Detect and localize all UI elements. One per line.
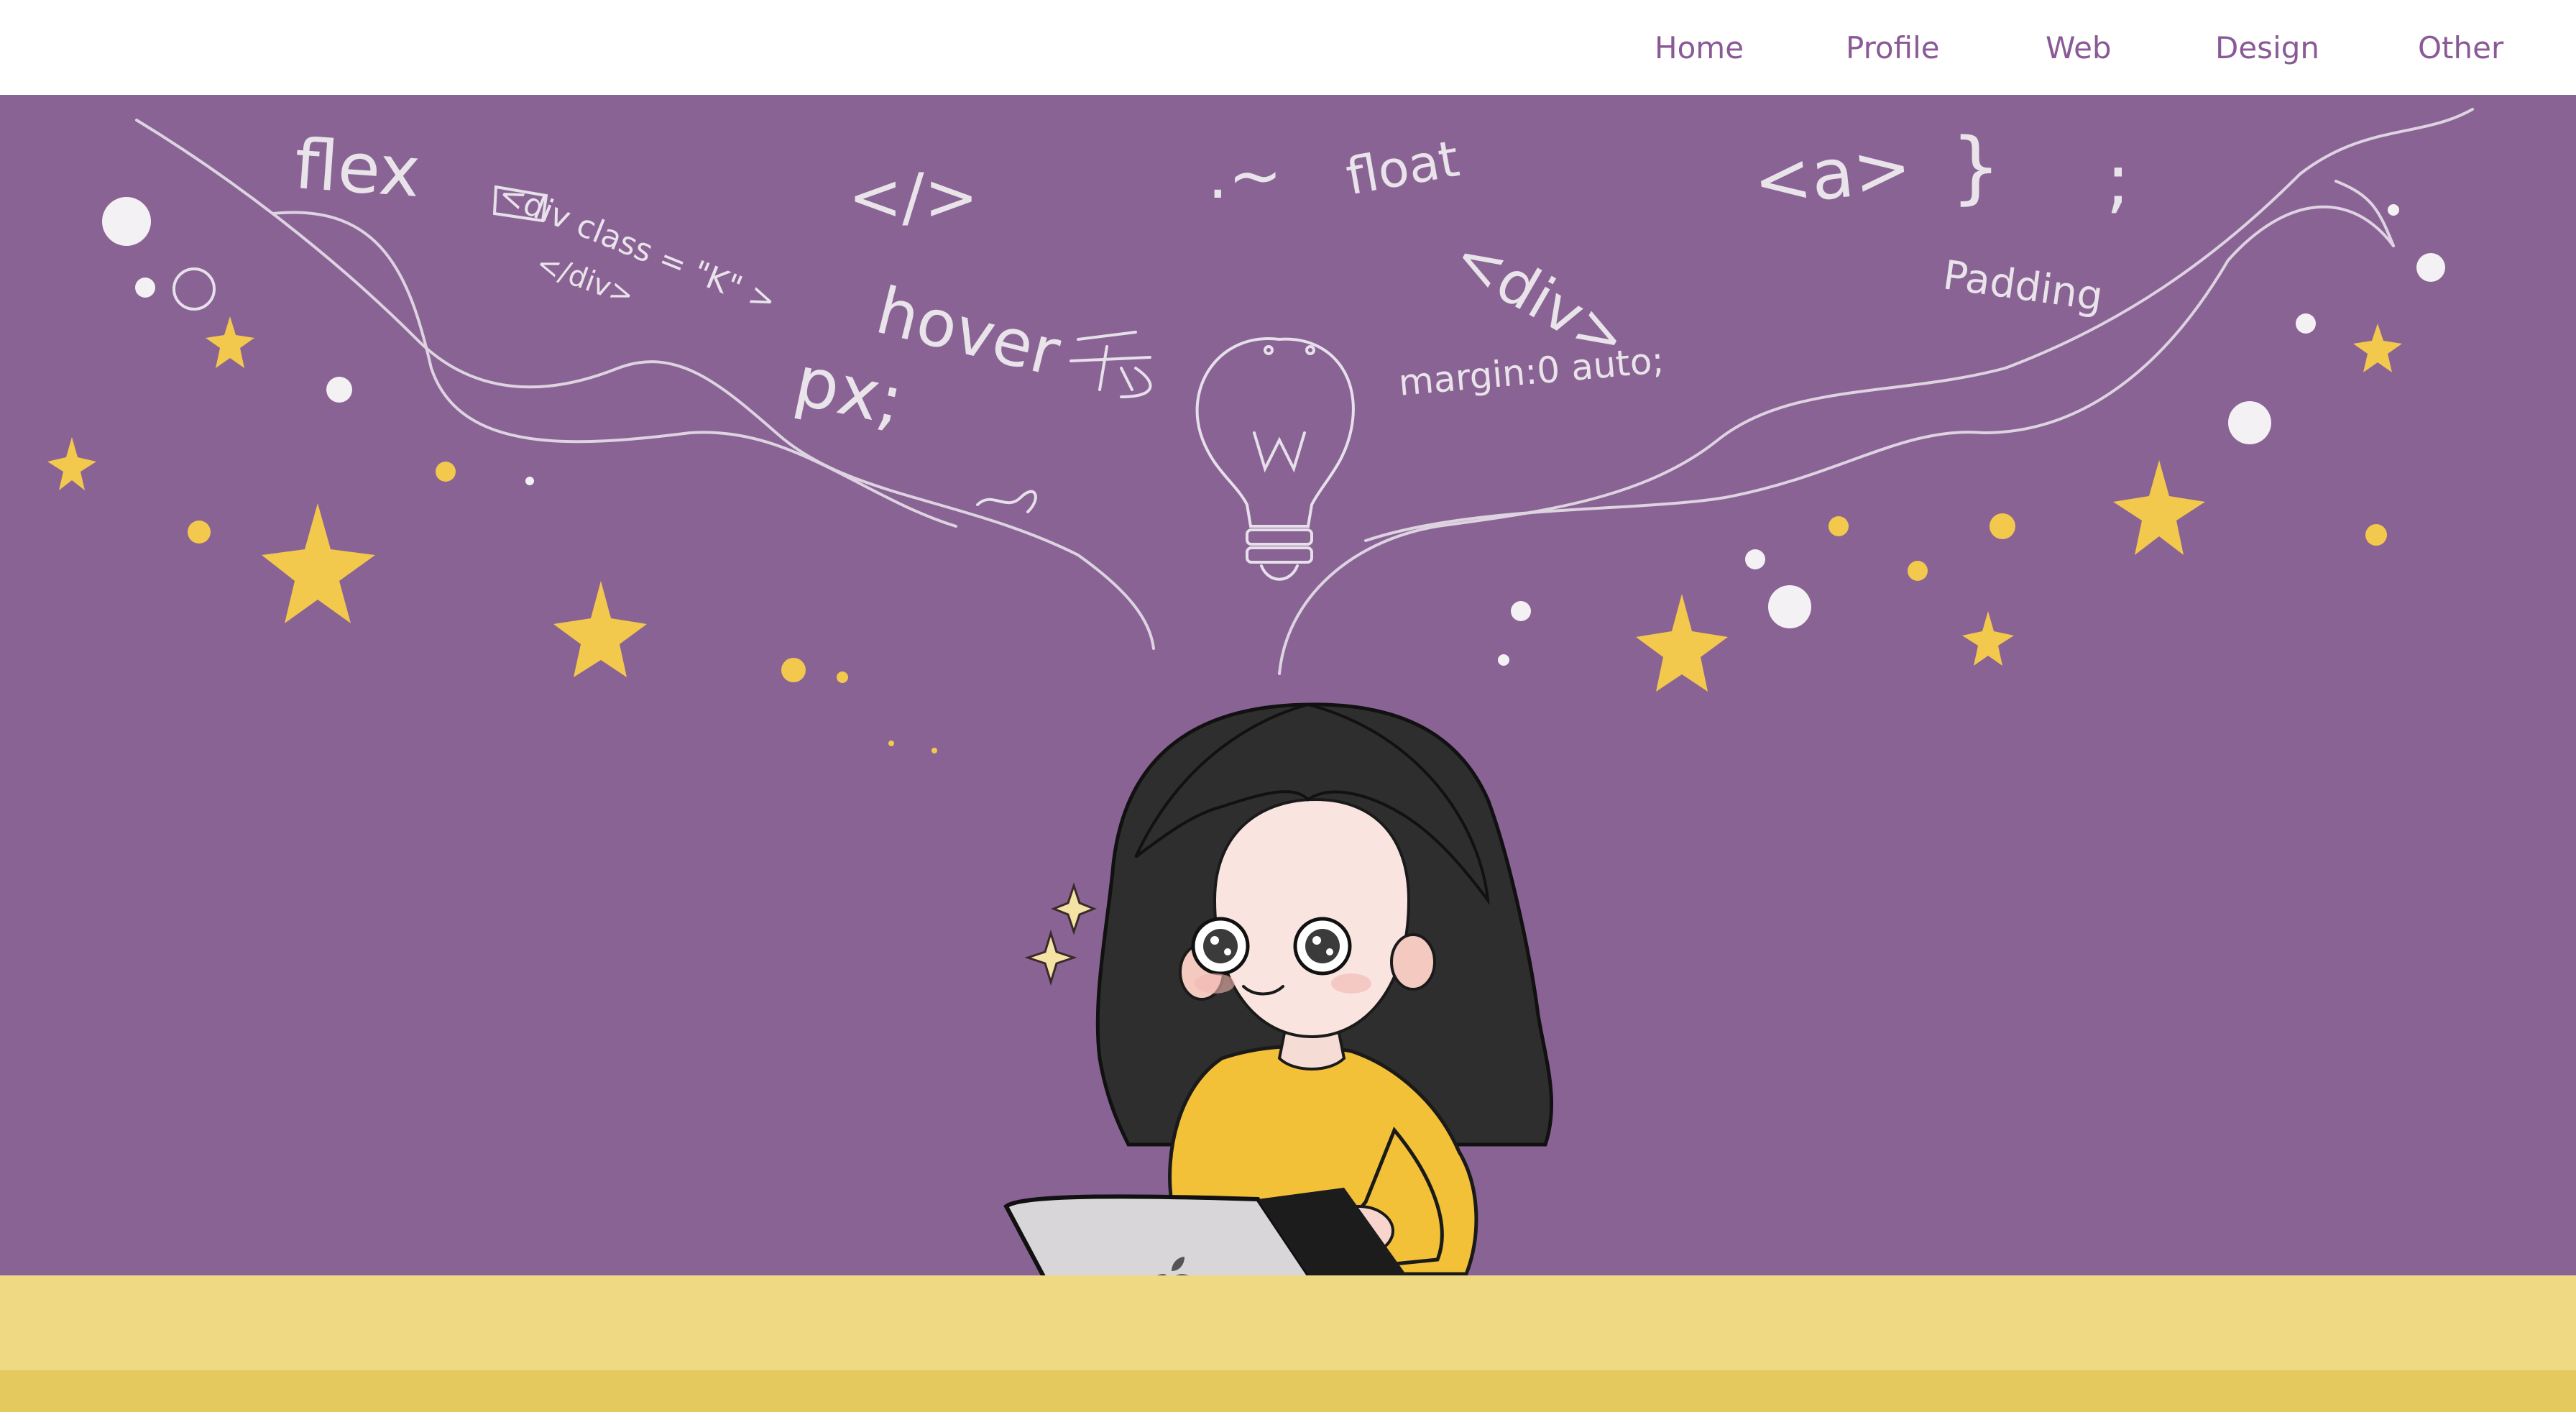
chalk-dots: [102, 197, 2445, 666]
chalk-word-flex: flex: [292, 124, 423, 214]
desk-edge: [0, 1370, 2576, 1412]
chalk-word-code-tag: </>: [848, 160, 979, 235]
page: Home Profile Web Design Other flex <div …: [0, 0, 2576, 1412]
girl-illustration: [1003, 702, 1554, 1275]
chalk-word-tilde: .~: [1208, 138, 1283, 214]
stars: [47, 316, 2402, 753]
lightbulb-icon: [1195, 337, 1355, 581]
hero-illustration: flex <div class = "K" > </div> </> .~ fl…: [0, 95, 2576, 1275]
top-navbar: Home Profile Web Design Other: [0, 0, 2576, 95]
nav-design-link[interactable]: Design: [2215, 30, 2319, 65]
nav-other-link[interactable]: Other: [2418, 30, 2503, 65]
chalk-illustration: [47, 108, 2474, 1275]
chalk-word-semicolon: ;: [2106, 138, 2130, 222]
sparkle-icons: [1024, 882, 1098, 986]
nav-home-link[interactable]: Home: [1655, 30, 1744, 65]
nav-web-link[interactable]: Web: [2046, 30, 2112, 65]
chalk-word-brace: }: [1951, 121, 2001, 213]
nav-profile-link[interactable]: Profile: [1846, 30, 1940, 65]
chalk-word-a-tag: <a>: [1749, 126, 1915, 223]
desk-surface: [0, 1275, 2576, 1370]
